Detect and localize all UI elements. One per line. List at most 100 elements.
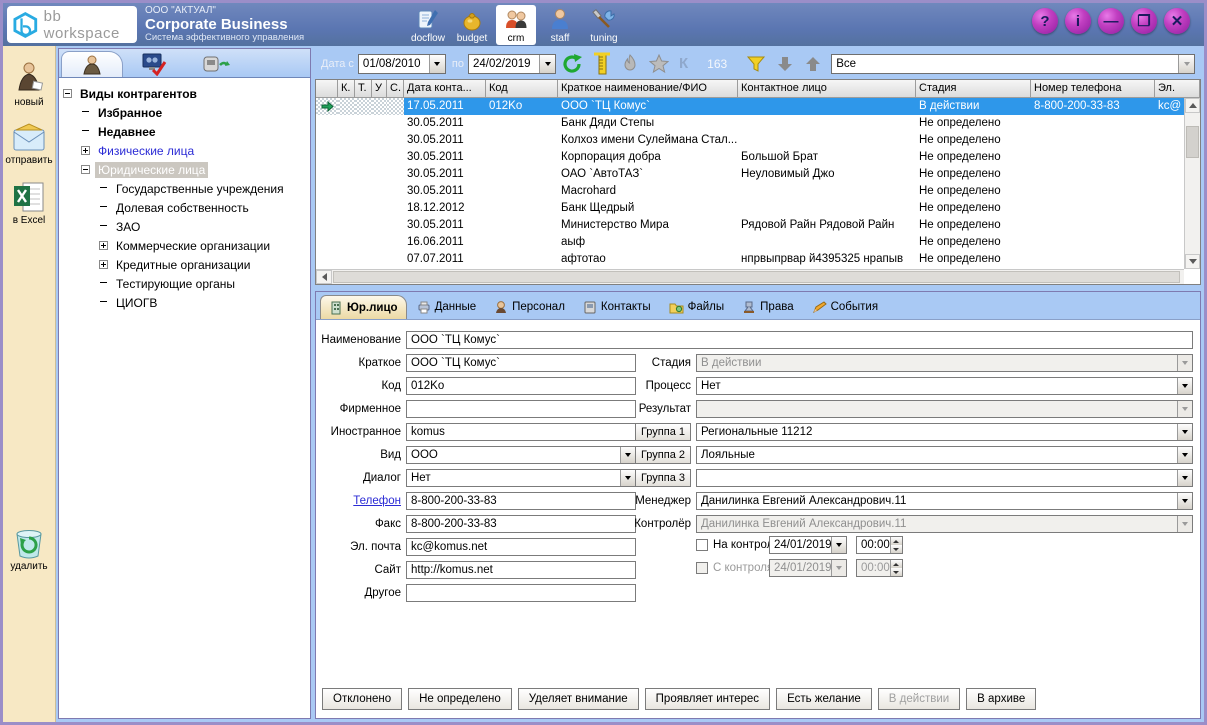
refresh-button[interactable] [561, 53, 583, 75]
phone-link-label[interactable]: Телефон [316, 495, 401, 507]
table-row[interactable]: 30.05.2011 Macrohard Не определено [316, 183, 1184, 200]
col-s[interactable]: С. [387, 80, 404, 98]
stage-archived-button[interactable]: В архиве [966, 688, 1036, 710]
group1-button[interactable]: Группа 1 [635, 423, 691, 441]
table-row[interactable]: 30.05.2011 Колхоз имени Сулеймана Стал..… [316, 132, 1184, 149]
favorites-filter-button[interactable] [649, 54, 669, 74]
tab-counterparties[interactable] [61, 51, 123, 77]
name-field[interactable]: ООО `ТЦ Комус` [406, 331, 1193, 349]
close-button[interactable]: ✕ [1164, 8, 1190, 34]
date-from-picker[interactable]: 01/08/2010 [358, 54, 446, 74]
table-row[interactable]: 30.05.2011 Министерство Мира Рядовой Рай… [316, 217, 1184, 234]
horizontal-scrollbar[interactable] [316, 269, 1184, 284]
tree-item-individuals[interactable]: Физические лица [63, 141, 308, 160]
minimize-button[interactable]: — [1098, 8, 1124, 34]
tab-legal-entity[interactable]: Юр.лицо [320, 295, 407, 319]
col-u[interactable]: У [372, 80, 387, 98]
group3-dropdown-icon[interactable] [1177, 470, 1192, 486]
stage-has-desire-button[interactable]: Есть желание [776, 688, 872, 710]
tab-tasks[interactable] [123, 51, 185, 77]
col-date[interactable]: Дата конта... [404, 80, 486, 98]
kind-combo[interactable]: ООО [406, 446, 636, 464]
on-control-time[interactable]: 00:00 [856, 536, 903, 554]
group2-button[interactable]: Группа 2 [635, 446, 691, 464]
on-control-date[interactable]: 24/01/2019 [769, 536, 847, 554]
dialog-dropdown-icon[interactable] [620, 470, 635, 486]
module-docflow[interactable]: docflow [408, 5, 448, 45]
group1-dropdown-icon[interactable] [1177, 424, 1192, 440]
process-dropdown-icon[interactable] [1177, 378, 1192, 394]
collapse-icon[interactable] [63, 89, 72, 98]
module-tuning[interactable]: tuning [584, 5, 624, 45]
stage-shows-interest-button[interactable]: Проявляет интерес [645, 688, 770, 710]
date-to-dropdown-icon[interactable] [539, 55, 555, 73]
tree-item-state-institutions[interactable]: Государственные учреждения [63, 179, 308, 198]
tab-calls[interactable] [185, 51, 247, 77]
module-budget[interactable]: budget [452, 5, 492, 45]
tab-files[interactable]: Файлы [661, 295, 733, 319]
tree-item-zao[interactable]: ЗАО [63, 217, 308, 236]
stage-undefined-button[interactable]: Не определено [408, 688, 512, 710]
new-record-button[interactable]: новый [11, 60, 47, 108]
col-code[interactable]: Код [486, 80, 558, 98]
date-to-picker[interactable]: 24/02/2019 [468, 54, 556, 74]
manager-dropdown-icon[interactable] [1177, 493, 1192, 509]
foreign-name-field[interactable]: komus [406, 423, 636, 441]
horizontal-scroll-thumb[interactable] [333, 271, 1180, 283]
quick-filter-combo[interactable]: Все [831, 54, 1195, 74]
manager-combo[interactable]: Данилинка Евгений Александрович.11 [696, 492, 1193, 510]
collapse-icon[interactable] [81, 165, 90, 174]
date-from-dropdown-icon[interactable] [429, 55, 445, 73]
dialog-combo[interactable]: Нет [406, 469, 636, 487]
table-row[interactable]: 30.05.2011 Банк Дяди Степы Не определено [316, 115, 1184, 132]
delete-button[interactable]: удалить [10, 528, 47, 572]
vertical-scroll-thumb[interactable] [1186, 126, 1199, 158]
expand-icon[interactable] [99, 241, 108, 250]
measure-button[interactable] [593, 52, 611, 76]
module-crm[interactable]: crm [496, 5, 536, 45]
vertical-scrollbar[interactable] [1184, 98, 1200, 269]
scroll-down-button[interactable] [1185, 254, 1200, 269]
stage-pays-attention-button[interactable]: Уделяет внимание [518, 688, 639, 710]
move-down-button[interactable] [776, 55, 794, 73]
on-control-date-dropdown-icon[interactable] [831, 537, 846, 553]
col-k[interactable]: К. [338, 80, 355, 98]
module-staff[interactable]: staff [540, 5, 580, 45]
tab-data[interactable]: Данные [409, 295, 485, 319]
help-button[interactable]: ? [1032, 8, 1058, 34]
tree-item-credit-orgs[interactable]: Кредитные организации [63, 255, 308, 274]
info-button[interactable]: i [1065, 8, 1091, 34]
move-up-button[interactable] [804, 55, 822, 73]
tab-contacts[interactable]: Контакты [575, 295, 659, 319]
scroll-left-button[interactable] [316, 270, 332, 284]
table-row[interactable]: 17.05.2011 012Ko ООО `ТЦ Комус` В действ… [316, 98, 1184, 115]
tree-item-legal-entities[interactable]: Юридические лица [63, 160, 308, 179]
table-row[interactable]: 16.06.2011 аыф Не определено [316, 234, 1184, 251]
col-name[interactable]: Краткое наименование/ФИО [558, 80, 738, 98]
maximize-button[interactable]: ❐ [1131, 8, 1157, 34]
col-icon[interactable] [316, 80, 338, 98]
group2-combo[interactable]: Лояльные [696, 446, 1193, 464]
tab-events[interactable]: События [804, 295, 886, 319]
scroll-up-button[interactable] [1185, 98, 1200, 113]
col-phone[interactable]: Номер телефона [1031, 80, 1155, 98]
table-row[interactable]: 30.05.2011 ОАО `АвтоТАЗ` Неуловимый Джо … [316, 166, 1184, 183]
expand-icon[interactable] [81, 146, 90, 155]
group1-combo[interactable]: Региональные 11212 [696, 423, 1193, 441]
tab-rights[interactable]: Права [734, 295, 801, 319]
on-control-checkbox[interactable] [696, 539, 708, 551]
tree-item-root[interactable]: Виды контрагентов [63, 84, 308, 103]
tree-item-commercial-orgs[interactable]: Коммерческие организации [63, 236, 308, 255]
tree-item-favorites[interactable]: Избранное [63, 103, 308, 122]
send-button[interactable]: отправить [5, 122, 52, 166]
hot-filter-button[interactable] [621, 53, 639, 75]
other-field[interactable] [406, 584, 636, 602]
site-field[interactable]: http://komus.net [406, 561, 636, 579]
tree-item-testing-bodies[interactable]: Тестирующие органы [63, 274, 308, 293]
stage-rejected-button[interactable]: Отклонено [322, 688, 402, 710]
tab-personnel[interactable]: Персонал [486, 295, 573, 319]
col-t[interactable]: Т. [355, 80, 372, 98]
export-excel-button[interactable]: в Excel [11, 180, 47, 226]
group2-dropdown-icon[interactable] [1177, 447, 1192, 463]
table-row[interactable]: 30.05.2011 Корпорация добра Большой Брат… [316, 149, 1184, 166]
